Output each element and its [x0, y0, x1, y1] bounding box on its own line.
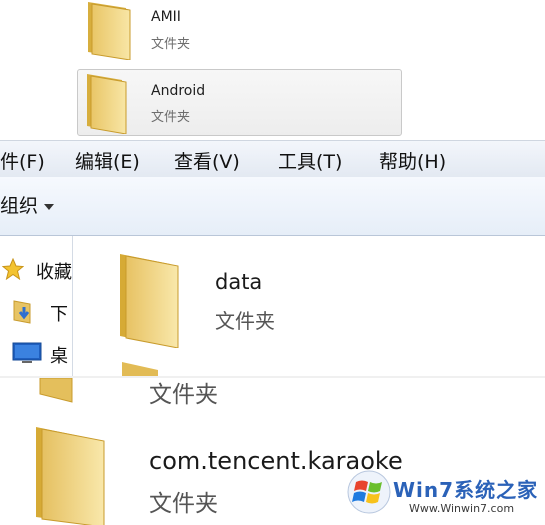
- toolbar: 组织: [0, 177, 545, 236]
- item-name[interactable]: Android: [151, 83, 205, 99]
- item-name[interactable]: AMII: [151, 9, 181, 25]
- folder-icon: [38, 378, 78, 404]
- watermark: Win7系统之家 Www.Winwin7.com: [345, 468, 545, 525]
- star-icon: [1, 257, 25, 281]
- nav-item-downloads[interactable]: 下: [50, 300, 68, 326]
- folder-icon: [116, 252, 182, 348]
- menu-view[interactable]: 查看(V): [174, 147, 240, 174]
- downloads-folder-icon: [12, 298, 38, 324]
- organize-button[interactable]: 组织: [0, 191, 55, 218]
- folder-icon: [84, 0, 134, 60]
- nav-item-favorites[interactable]: 收藏: [36, 258, 72, 284]
- navigation-pane: 收藏 下 桌: [0, 236, 73, 376]
- folder-icon: [84, 72, 130, 134]
- menu-help[interactable]: 帮助(H): [379, 147, 446, 174]
- folder-icon: [30, 425, 108, 525]
- item-type: 文件夹: [151, 37, 191, 52]
- nav-item-desktop[interactable]: 桌: [50, 342, 68, 368]
- menu-file[interactable]: 件(F): [0, 147, 45, 174]
- item-type: 文件夹: [149, 382, 218, 408]
- item-type: 文件夹: [215, 309, 275, 333]
- item-type: 文件夹: [149, 491, 218, 517]
- watermark-brand: Win7系统之家: [393, 478, 539, 502]
- windows-logo-icon: [347, 470, 391, 514]
- desktop-icon: [12, 342, 42, 364]
- menu-edit[interactable]: 编辑(E): [75, 147, 140, 174]
- item-type: 文件夹: [151, 110, 191, 125]
- divider: [0, 376, 545, 378]
- folder-icon: [120, 360, 160, 376]
- item-name[interactable]: data: [215, 270, 262, 294]
- menu-bar: 件(F) 编辑(E) 查看(V) 工具(T) 帮助(H): [0, 140, 545, 178]
- menu-tools[interactable]: 工具(T): [278, 147, 342, 174]
- watermark-url: Www.Winwin7.com: [409, 502, 515, 515]
- chevron-down-icon: [44, 203, 55, 210]
- organize-label: 组织: [0, 195, 39, 217]
